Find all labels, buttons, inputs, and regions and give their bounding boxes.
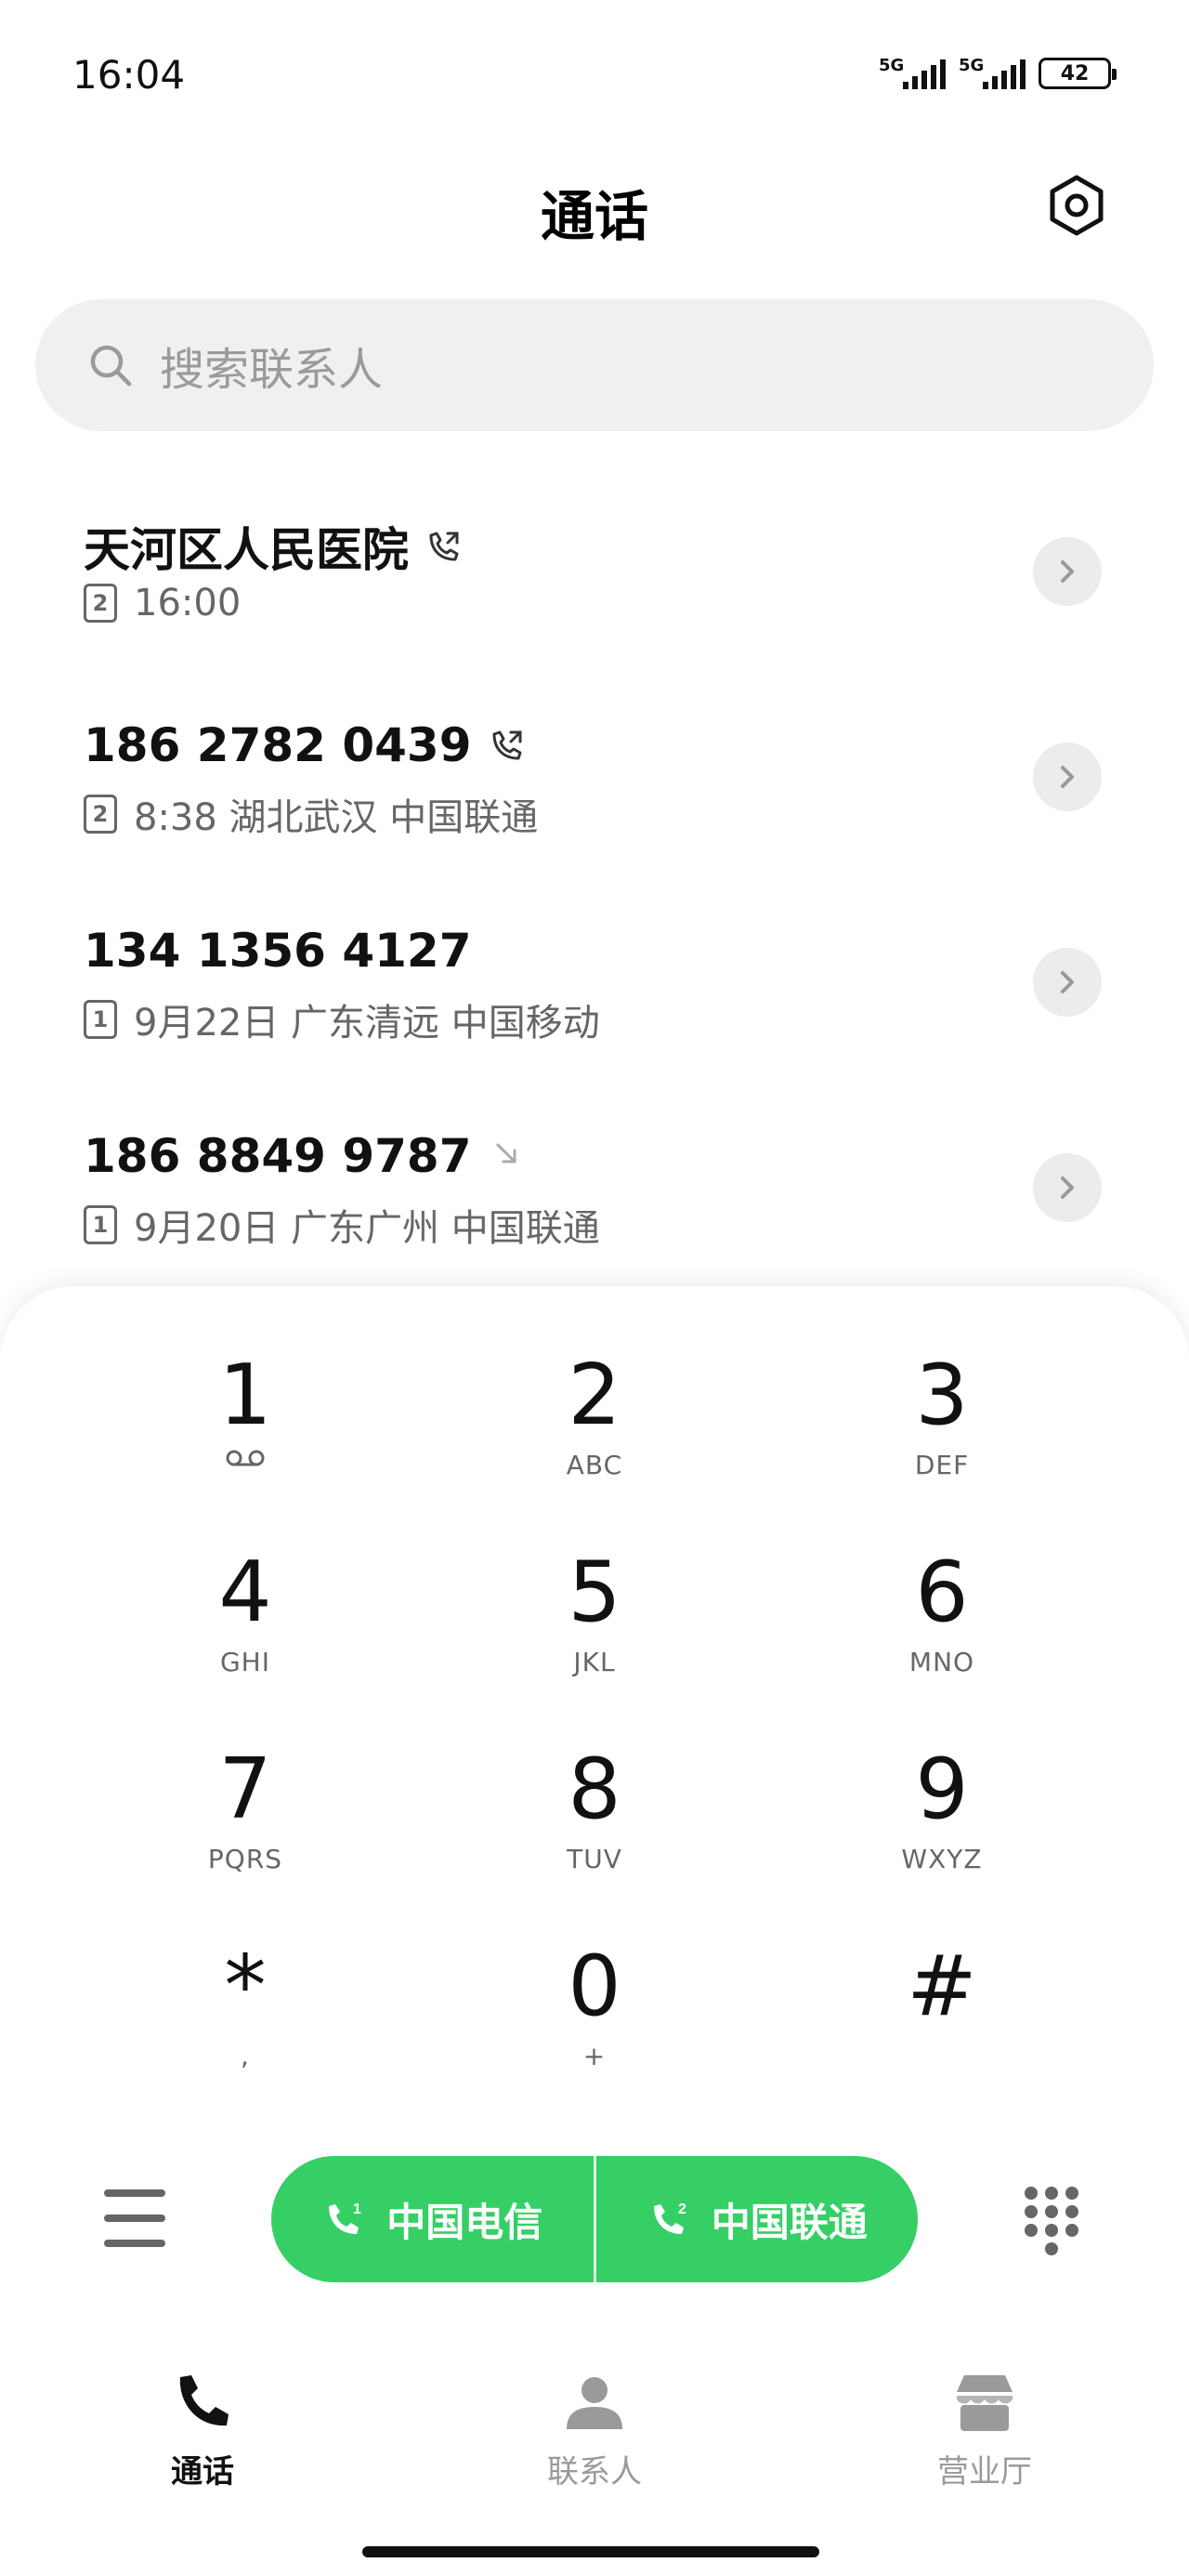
svg-text:2: 2 [678, 2201, 686, 2217]
call-detail: 9月22日 广东清远 中国移动 [134, 1002, 600, 1045]
missed-call-icon [496, 1143, 516, 1163]
dial-key-5[interactable]: 5 JKL [455, 1546, 734, 1732]
svg-text:1: 1 [353, 2201, 361, 2217]
chevron-right-icon [1061, 1176, 1074, 1199]
bottom-nav: 通话 联系人 营业厅 [0, 2351, 1189, 2500]
page-title: 通话 [540, 185, 648, 248]
call-details-button[interactable] [1033, 1153, 1102, 1222]
search-input[interactable]: 搜索联系人 [35, 299, 1154, 431]
call-details-button[interactable] [1033, 537, 1102, 606]
list-item[interactable]: 134 1356 4127 1 9月22日 广东清远 中国移动 [0, 894, 1189, 1099]
dialer-actions: 1 中国电信 2 中国联通 [0, 2156, 1189, 2282]
signal-icon: 5G [959, 56, 1026, 91]
status-icons: 5G 5G 42 [879, 56, 1117, 91]
sim-badge: 2 [84, 584, 117, 623]
home-indicator[interactable] [362, 2546, 819, 2557]
chevron-right-icon [1061, 560, 1074, 583]
tab-calls[interactable]: 通话 [110, 2368, 295, 2491]
call-detail: 9月20日 广东广州 中国联通 [134, 1207, 600, 1250]
call-details-button[interactable] [1033, 948, 1102, 1017]
dial-key-9[interactable]: 9 WXYZ [803, 1743, 1081, 1929]
phone-sim1-icon: 1 [329, 2201, 361, 2234]
call-buttons-divider [593, 2156, 596, 2282]
menu-icon[interactable] [104, 2189, 165, 2247]
chevron-right-icon [1061, 971, 1074, 993]
status-bar: 16:04 5G 5G 42 [0, 0, 1189, 149]
list-item[interactable]: 186 8849 9787 1 9月20日 广东广州 中国联通 [0, 1099, 1189, 1305]
call-sim2-button[interactable]: 2 中国联通 [596, 2156, 919, 2282]
dial-key-6[interactable]: 6 MNO [803, 1546, 1081, 1732]
dial-key-3[interactable]: 3 DEF [803, 1349, 1081, 1535]
call-sim1-button[interactable]: 1 中国电信 [271, 2156, 594, 2282]
gear-icon[interactable] [1044, 173, 1109, 238]
search-icon [90, 345, 132, 387]
voicemail-icon [226, 1450, 265, 1466]
signal-icon: 5G [879, 56, 946, 91]
dial-key-7[interactable]: 7 PQRS [106, 1743, 385, 1929]
dial-key-1[interactable]: 1 [106, 1349, 385, 1535]
outgoing-call-icon [492, 730, 522, 760]
call-detail: 16:00 [134, 582, 242, 624]
person-icon [567, 2377, 622, 2429]
call-buttons: 1 中国电信 2 中国联通 [271, 2156, 918, 2282]
list-item[interactable]: 186 2782 0439 2 8:38 湖北武汉 中国联通 [0, 689, 1189, 894]
list-item[interactable]: 天河区人民医院 2 16:00 [0, 483, 1189, 689]
recent-calls-list: 天河区人民医院 2 16:00 186 2782 0439 2 8:38 湖北武… [0, 483, 1189, 1305]
phone-icon [179, 2375, 229, 2426]
search-placeholder: 搜索联系人 [160, 344, 384, 396]
tab-contacts[interactable]: 联系人 [502, 2368, 687, 2491]
dial-key-0[interactable]: 0 + [455, 1940, 734, 2126]
call-sim1-label: 中国电信 [386, 2199, 543, 2245]
battery-icon: 42 [1039, 58, 1117, 89]
call-detail: 8:38 湖北武汉 中国联通 [134, 796, 539, 839]
call-name: 186 8849 9787 [84, 1129, 472, 1183]
outgoing-call-icon [429, 532, 459, 561]
call-name: 天河区人民医院 [84, 523, 409, 577]
status-time: 16:04 [72, 52, 186, 98]
dial-key-4[interactable]: 4 GHI [106, 1546, 385, 1732]
store-icon [957, 2375, 1013, 2431]
dial-key-2[interactable]: 2 ABC [455, 1349, 734, 1535]
phone-sim2-icon: 2 [653, 2201, 686, 2234]
call-details-button[interactable] [1033, 743, 1102, 811]
call-sim2-label: 中国联通 [711, 2199, 868, 2245]
sim-badge: 1 [84, 1000, 117, 1039]
tab-store[interactable]: 营业厅 [892, 2368, 1078, 2491]
call-name: 134 1356 4127 [84, 924, 472, 978]
dial-key-hash[interactable]: # [803, 1940, 1081, 2126]
chevron-right-icon [1061, 766, 1074, 788]
dialpad-toggle-icon[interactable] [1022, 2184, 1081, 2258]
dial-key-8[interactable]: 8 TUV [455, 1743, 734, 1929]
call-name: 186 2782 0439 [84, 718, 472, 772]
dial-key-star[interactable]: * , [106, 1940, 385, 2126]
sim-badge: 1 [84, 1205, 117, 1244]
sim-badge: 2 [84, 795, 117, 834]
